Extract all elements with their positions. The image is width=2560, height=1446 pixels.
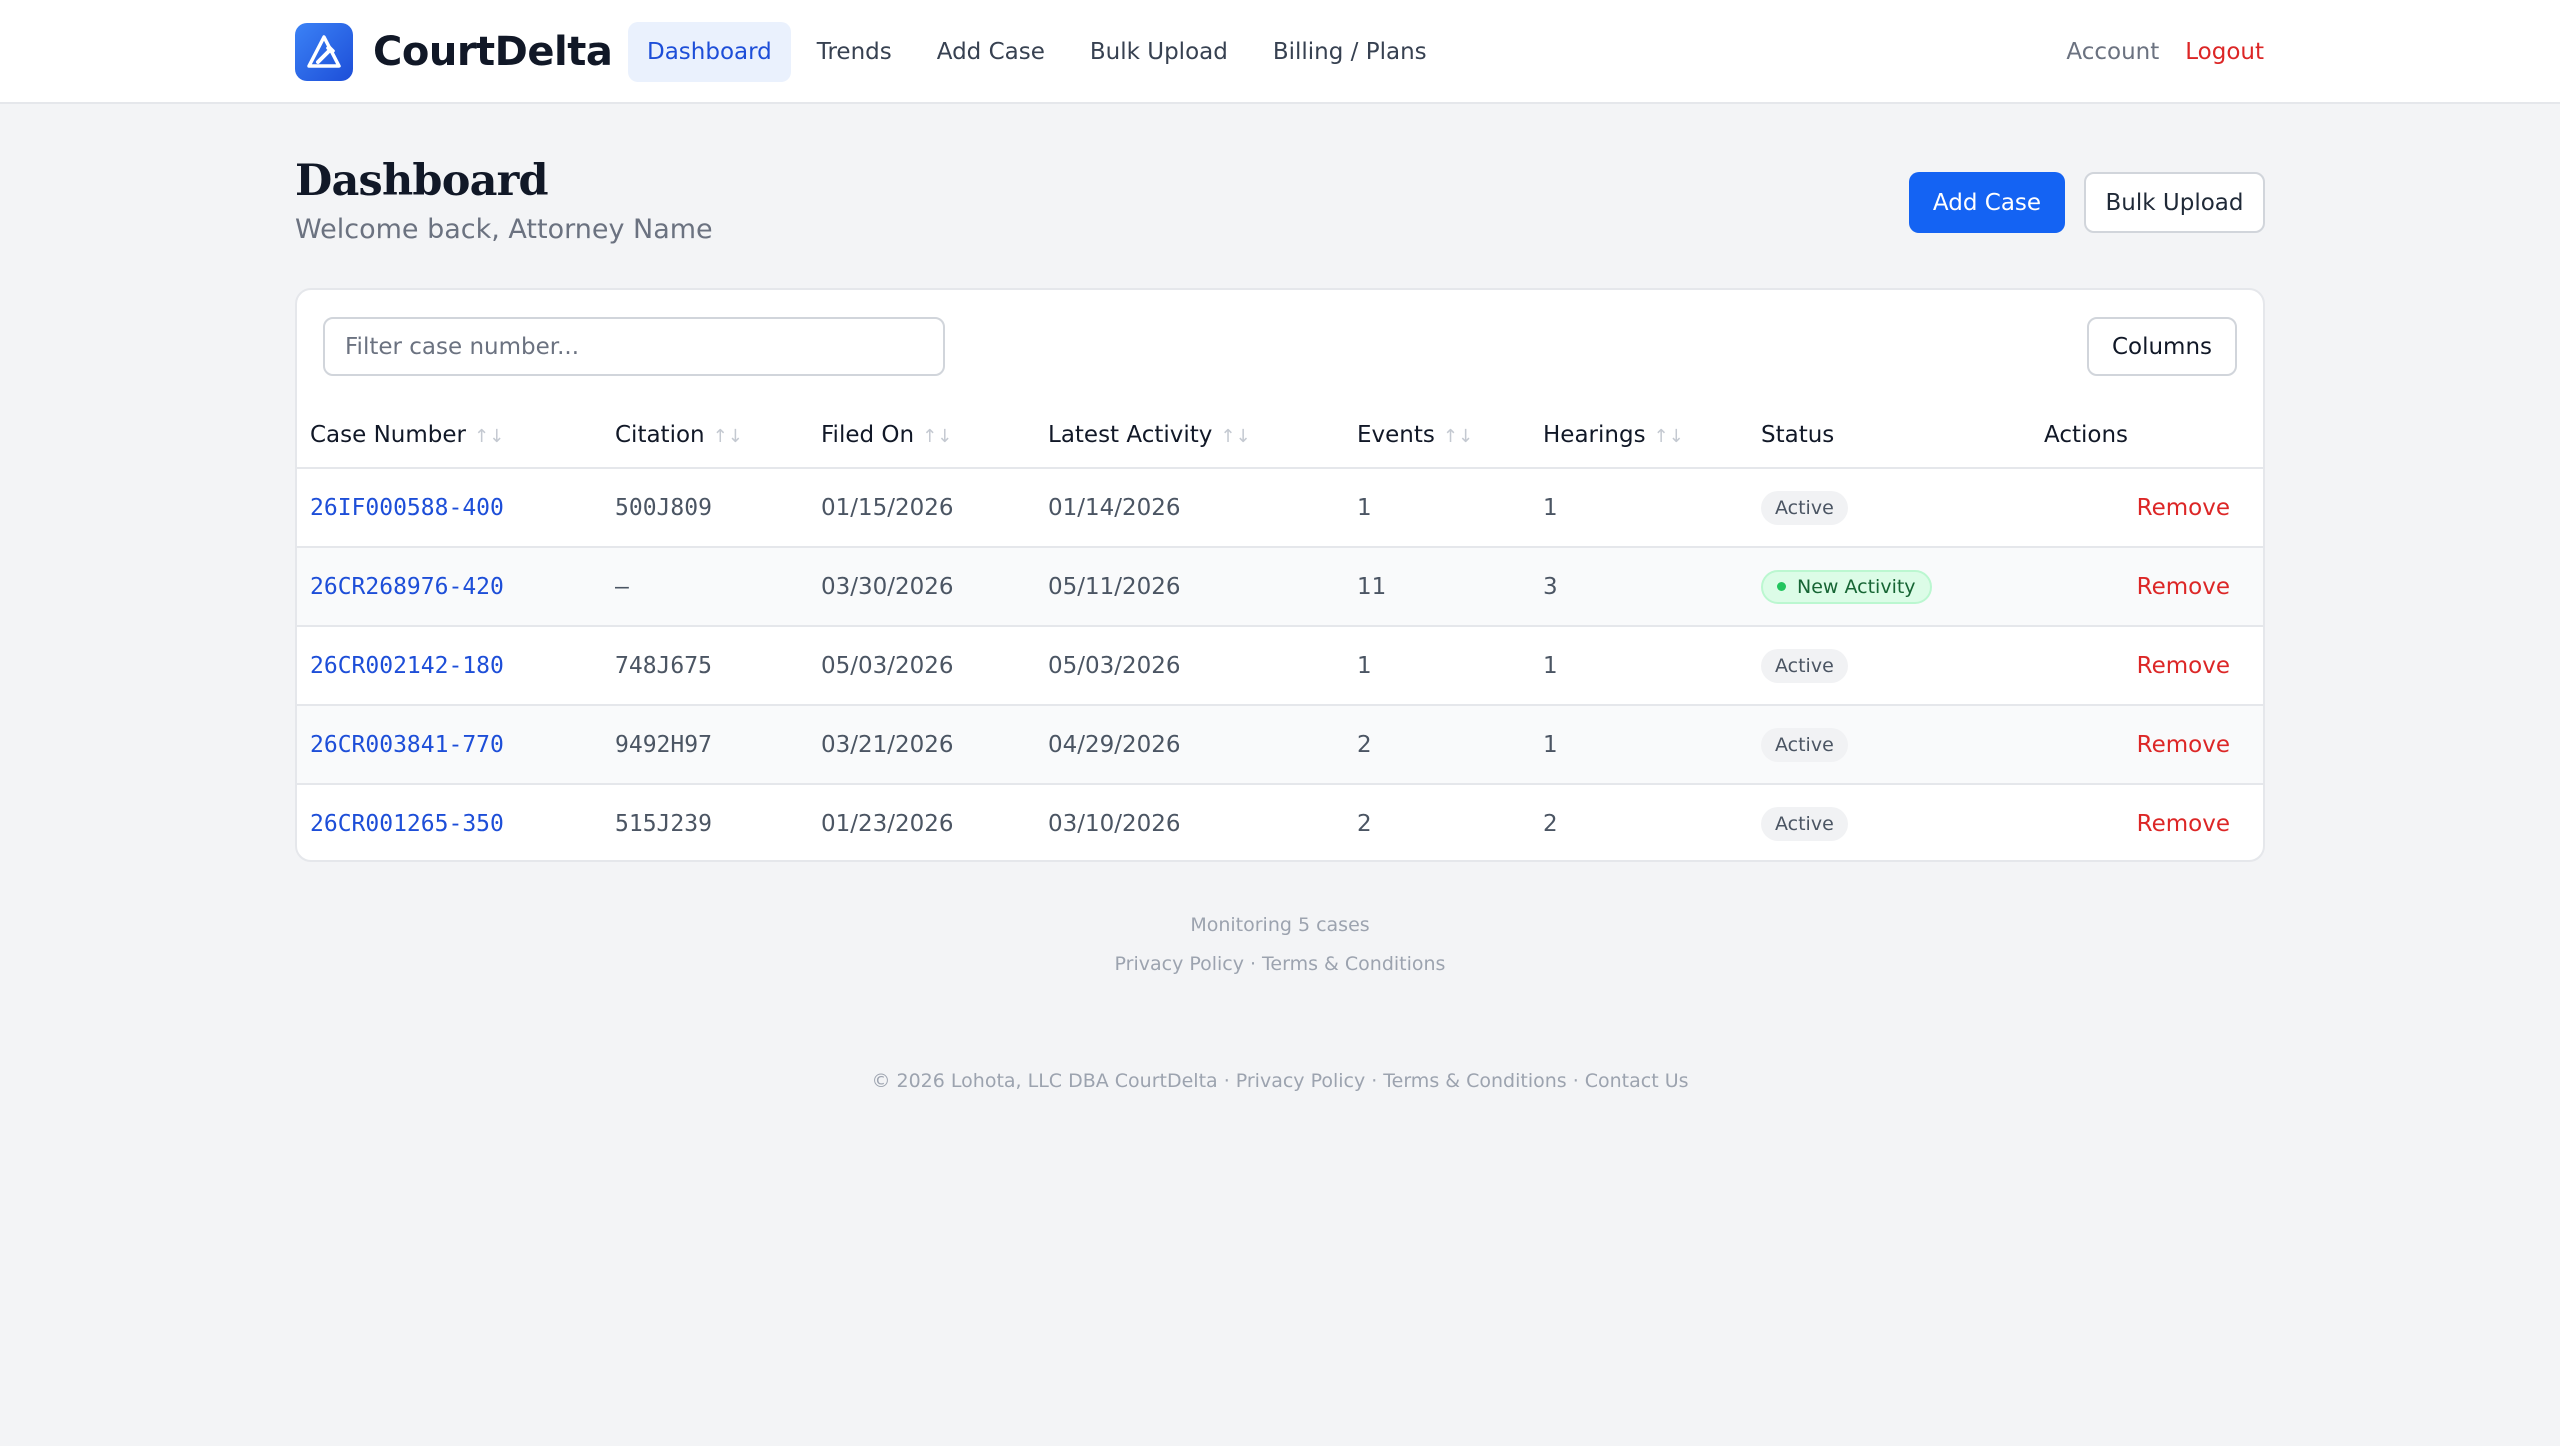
account-link[interactable]: Account — [2066, 39, 2159, 65]
hearings-cell: 2 — [1543, 811, 1558, 837]
columns-button[interactable]: Columns — [2087, 317, 2237, 376]
status-badge: Active — [1761, 727, 1848, 762]
citation-cell: 9492H97 — [602, 705, 808, 785]
sort-icon: ↑↓ — [1220, 425, 1251, 447]
footer-links: Privacy Policy · Terms & Conditions — [0, 953, 2560, 975]
latest-activity-cell: 03/10/2026 — [1048, 811, 1181, 837]
user-links: Account Logout — [2066, 22, 2264, 82]
citation-cell: 515J239 — [615, 811, 712, 837]
table-row: 26CR003841-770 9492H97 03/21/2026 04/29/… — [297, 705, 2263, 785]
separator: · — [1371, 1070, 1378, 1092]
privacy-policy-link[interactable]: Privacy Policy — [1236, 1070, 1365, 1092]
table-row: 26CR268976-420 — 03/30/2026 05/11/2026 1… — [297, 547, 2263, 627]
case-number-link[interactable]: 26IF000588-400 — [310, 495, 504, 521]
nav-bulk-upload[interactable]: Bulk Upload — [1071, 22, 1247, 82]
latest-activity-cell: 05/11/2026 — [1035, 547, 1344, 627]
hearings-cell: 1 — [1530, 468, 1748, 548]
welcome-message: Welcome back, Attorney Name — [295, 214, 713, 245]
status-badge: Active — [1761, 807, 1848, 841]
filed-on-cell: 01/15/2026 — [808, 468, 1035, 548]
remove-button[interactable]: Remove — [2137, 574, 2230, 600]
cases-card: Columns Case Number↑↓ Citation↑↓ Filed O… — [295, 288, 2265, 862]
hearings-cell: 3 — [1530, 547, 1748, 627]
monitoring-count: Monitoring 5 cases — [1190, 914, 1370, 936]
copyright: © 2026 Lohota, LLC DBA CourtDelta — [871, 1070, 1218, 1092]
col-hearings[interactable]: Hearings ↑↓ — [1530, 402, 1748, 469]
case-number-link[interactable]: 26CR003841-770 — [310, 732, 504, 758]
add-case-button[interactable]: Add Case — [1909, 172, 2065, 233]
terms-link[interactable]: Terms & Conditions — [1383, 1070, 1566, 1092]
green-dot-icon — [1777, 582, 1786, 591]
courtdelta-logo-icon — [295, 23, 353, 81]
col-latest-activity[interactable]: Latest Activity ↑↓ — [1035, 402, 1344, 469]
table-row: 26CR002142-180 748J675 05/03/2026 05/03/… — [297, 626, 2263, 706]
hearings-cell: 1 — [1530, 705, 1748, 785]
separator: · — [1223, 1070, 1230, 1092]
nav-dashboard[interactable]: Dashboard — [628, 22, 791, 82]
table-header-row: Case Number ↑↓ Citation ↑↓ Filed On ↑↓ Late… — [297, 402, 2263, 469]
sort-icon: ↑↓ — [474, 425, 505, 447]
separator: · — [1572, 1070, 1579, 1092]
remove-button[interactable]: Remove — [2137, 495, 2230, 521]
terms-link[interactable]: Terms & Conditions — [1262, 953, 1445, 975]
sort-icon: ↑↓ — [712, 425, 743, 447]
status-badge: Active — [1761, 648, 1848, 683]
brand-name: CourtDelta — [373, 29, 613, 75]
sort-icon: ↑↓ — [1653, 425, 1684, 447]
remove-button[interactable]: Remove — [2137, 653, 2230, 679]
events-cell: 1 — [1344, 468, 1530, 548]
privacy-policy-link[interactable]: Privacy Policy — [1115, 953, 1244, 975]
citation-cell: — — [602, 547, 808, 627]
case-number-link[interactable]: 26CR268976-420 — [310, 574, 504, 600]
site-footer: © 2026 Lohota, LLC DBA CourtDelta · Privac… — [0, 1070, 2560, 1092]
latest-activity-cell: 01/14/2026 — [1035, 468, 1344, 548]
filter-case-input[interactable] — [323, 317, 945, 376]
brand[interactable]: CourtDelta — [295, 23, 613, 81]
status-badge: Active — [1761, 490, 1848, 525]
logout-link[interactable]: Logout — [2185, 39, 2264, 65]
sort-icon: ↑↓ — [922, 425, 953, 447]
separator: · — [1250, 953, 1257, 975]
citation-cell: 500J809 — [602, 468, 808, 548]
col-events[interactable]: Events ↑↓ — [1344, 402, 1530, 469]
remove-button[interactable]: Remove — [2137, 811, 2230, 837]
main-nav: Dashboard Trends Add Case Bulk Upload Bi… — [628, 22, 1453, 82]
remove-button[interactable]: Remove — [2137, 732, 2230, 758]
citation-cell: 748J675 — [602, 626, 808, 706]
col-filed-on[interactable]: Filed On ↑↓ — [808, 402, 1035, 469]
top-navbar: CourtDelta Dashboard Trends Add Case Bul… — [0, 0, 2560, 104]
nav-trends[interactable]: Trends — [798, 22, 911, 82]
filed-on-cell: 03/30/2026 — [808, 547, 1035, 627]
table-row: 26IF000588-400 500J809 01/15/2026 01/14/… — [297, 468, 2263, 548]
filed-on-cell: 03/21/2026 — [808, 705, 1035, 785]
events-cell: 1 — [1344, 626, 1530, 706]
events-cell: 11 — [1344, 547, 1530, 627]
contact-us-link[interactable]: Contact Us — [1585, 1070, 1689, 1092]
case-number-link[interactable]: 26CR001265-350 — [310, 811, 504, 837]
bulk-upload-button[interactable]: Bulk Upload — [2084, 172, 2265, 233]
case-number-link[interactable]: 26CR002142-180 — [310, 653, 504, 679]
filed-on-cell: 05/03/2026 — [808, 626, 1035, 706]
latest-activity-cell: 05/03/2026 — [1035, 626, 1344, 706]
hearings-cell: 1 — [1530, 626, 1748, 706]
sort-icon: ↑↓ — [1442, 425, 1474, 447]
nav-add-case[interactable]: Add Case — [918, 22, 1064, 82]
col-status: Status — [1748, 402, 2031, 469]
filed-on-cell: 01/23/2026 — [821, 811, 954, 837]
cases-table: Case Number ↑↓ Citation ↑↓ Filed On ↑↓ Late… — [297, 402, 2263, 860]
table-row: 26CR001265-350 515J239 01/23/2026 03/10/… — [297, 784, 2263, 860]
latest-activity-cell: 04/29/2026 — [1035, 705, 1344, 785]
events-cell: 2 — [1344, 705, 1530, 785]
status-badge-new-activity: New Activity — [1761, 569, 1932, 604]
col-actions: Actions — [2031, 402, 2263, 469]
page-title: Dashboard — [295, 156, 549, 206]
col-case-number[interactable]: Case Number ↑↓ — [297, 402, 602, 469]
events-cell: 2 — [1357, 811, 1372, 837]
nav-billing-plans[interactable]: Billing / Plans — [1254, 22, 1446, 82]
col-citation[interactable]: Citation ↑↓ — [602, 402, 808, 469]
